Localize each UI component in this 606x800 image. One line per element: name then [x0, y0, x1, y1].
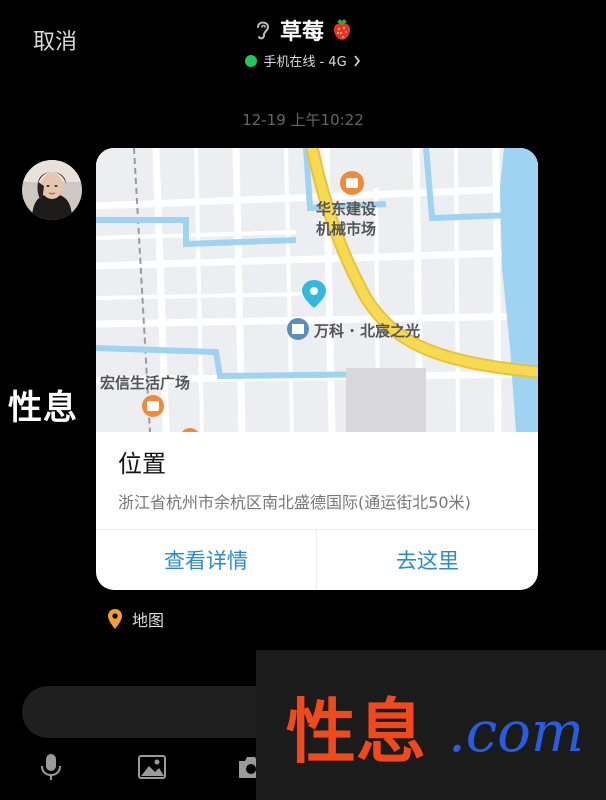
map-poi-label: 机械市场	[316, 220, 377, 238]
card-address: 浙江省杭州市余杭区南北盛德国际(通运街北50米)	[118, 493, 471, 512]
image-icon[interactable]	[137, 752, 167, 782]
microphone-icon[interactable]	[36, 752, 66, 782]
map-poi-label: 华东建设	[316, 200, 377, 218]
avatar[interactable]	[22, 160, 82, 220]
strawberry-icon	[334, 19, 350, 40]
ear-icon	[256, 21, 269, 40]
message-timestamp: 12-19 上午10:22	[242, 111, 364, 129]
map-poi-label: 宏信生活广场	[100, 374, 191, 392]
status-text: 手机在线 - 4G	[263, 55, 347, 70]
chevron-right-icon	[354, 55, 360, 66]
location-pin-icon	[108, 609, 122, 629]
chat-title-area[interactable]: 草莓 手机在线 - 4G	[0, 14, 606, 71]
map-preview[interactable]: 华东建设 机械市场 万科 · 北宸之光 宏信生活广场	[96, 148, 538, 432]
view-details-button[interactable]: 查看详情	[96, 530, 316, 590]
contact-name: 草莓	[279, 20, 324, 45]
watermark-logo-text: 性息	[286, 691, 426, 773]
watermark-text: 性息	[8, 388, 78, 428]
go-here-button[interactable]: 去这里	[317, 530, 538, 590]
online-status[interactable]: 手机在线 - 4G	[245, 51, 360, 70]
title-row: 草莓	[252, 14, 354, 46]
location-card[interactable]: 华东建设 机械市场 万科 · 北宸之光 宏信生活广场 位置 浙江省杭州市余杭区南…	[96, 148, 538, 590]
watermark-logo-suffix: .com	[448, 700, 584, 765]
card-title: 位置	[118, 450, 166, 478]
map-poi-label: 万科 · 北宸之光	[314, 322, 421, 340]
chat-header: 取消 草莓 手机在线 - 4G	[0, 0, 606, 80]
source-label: 地图	[132, 611, 165, 630]
avatar-image	[22, 160, 82, 220]
map-source-tag[interactable]: 地图	[108, 607, 164, 631]
online-dot-icon	[245, 54, 258, 67]
